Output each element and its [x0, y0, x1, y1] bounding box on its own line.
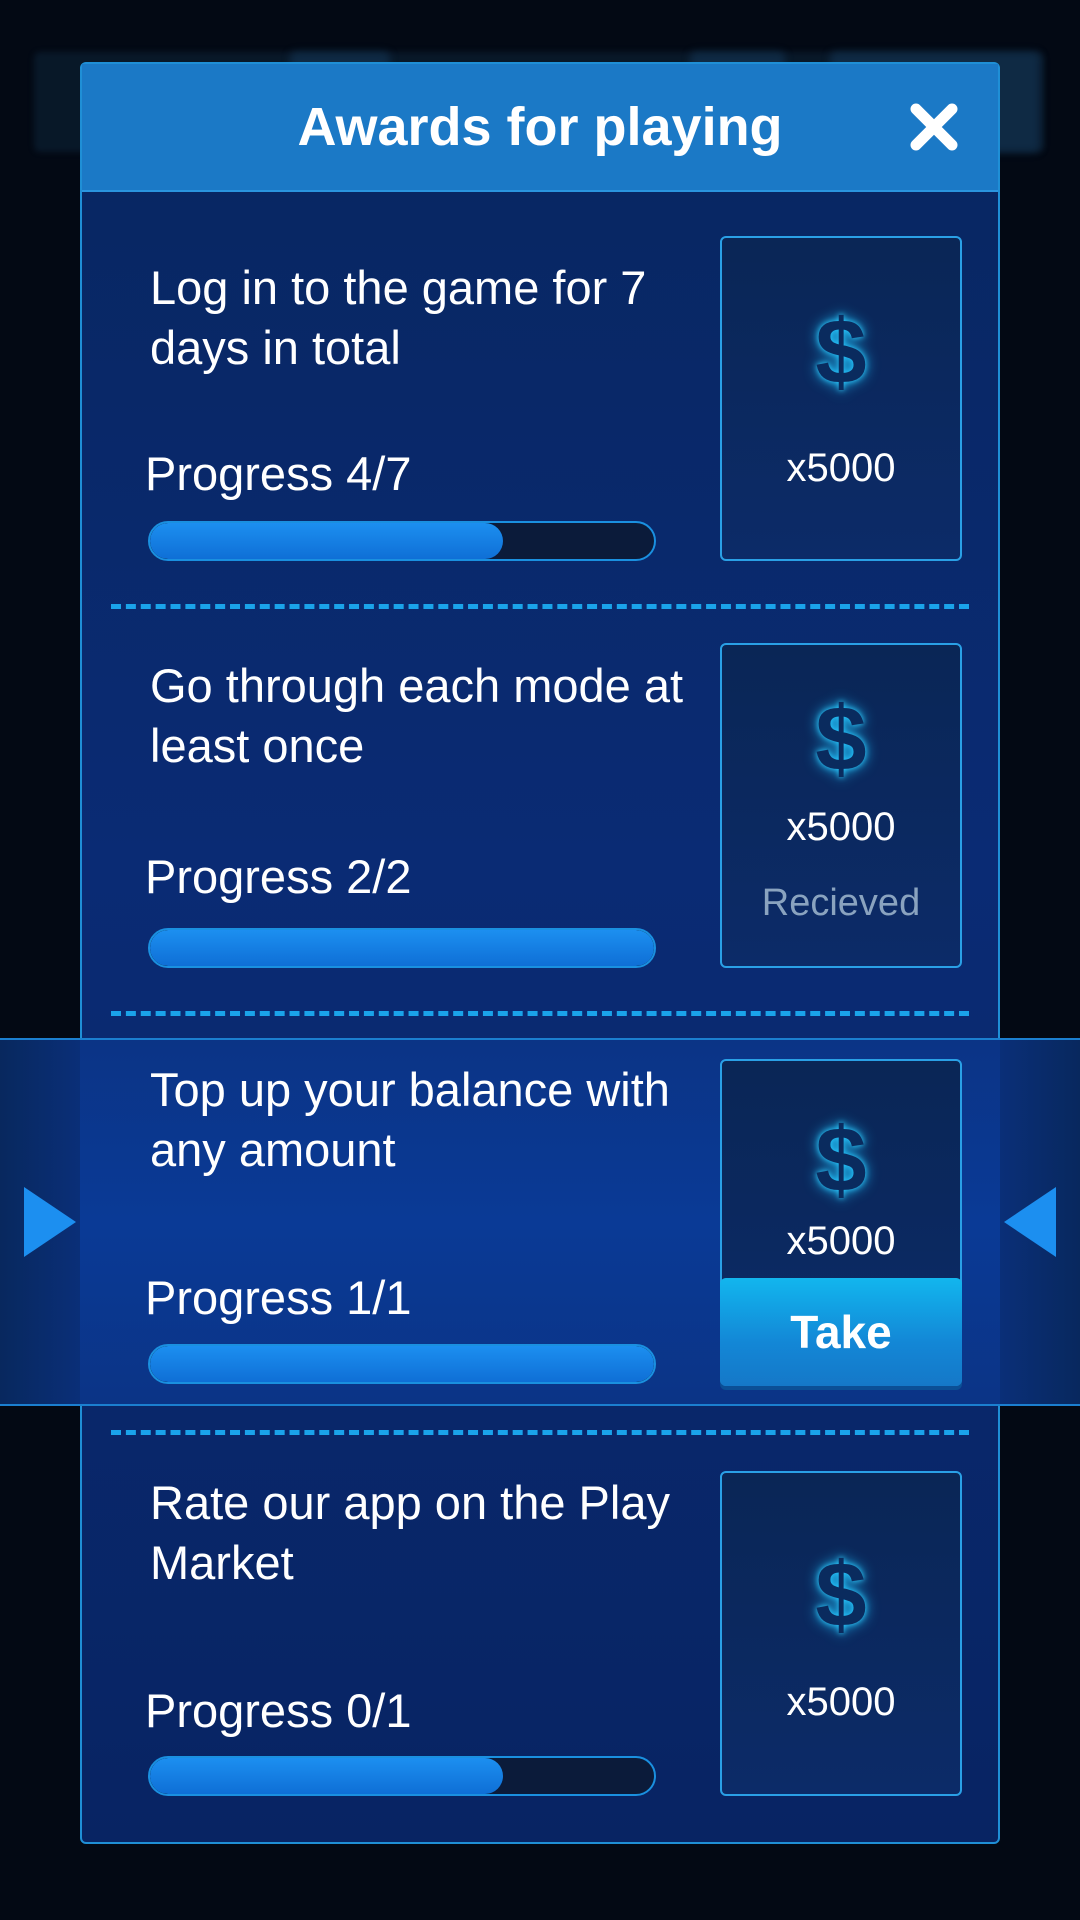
progress-bar-fill — [150, 1758, 503, 1794]
dollar-icon: $ — [815, 1109, 867, 1211]
progress-bar — [148, 928, 656, 968]
reward-card: $ x5000 Recieved — [720, 643, 962, 968]
task-progress-label: Progress 2/2 — [145, 850, 412, 903]
received-status: Recieved — [761, 882, 921, 924]
dollar-icon: $ — [815, 301, 867, 403]
arrow-left-icon[interactable] — [1002, 1185, 1058, 1259]
progress-bar-fill — [150, 1346, 654, 1382]
reward-card: $ x5000 Take — [720, 1059, 962, 1386]
modal-title: Awards for playing — [297, 97, 783, 157]
modal-header: Awards for playing — [82, 64, 998, 192]
progress-bar-fill — [150, 930, 654, 966]
reward-amount: x5000 — [786, 446, 896, 490]
task-title: Go through each mode at least once — [150, 659, 684, 772]
arrow-right-icon[interactable] — [22, 1185, 78, 1259]
reward-card: $ x5000 — [720, 236, 962, 561]
progress-bar — [148, 1344, 656, 1384]
progress-bar-fill — [150, 523, 503, 559]
task-progress-label: Progress 0/1 — [145, 1684, 412, 1737]
task-title: Rate our app on the Play Market — [150, 1476, 670, 1589]
task-progress-label: Progress 4/7 — [145, 447, 412, 500]
progress-bar — [148, 1756, 656, 1796]
close-icon[interactable] — [908, 101, 960, 153]
task-title: Log in to the game for 7 days in total — [150, 261, 647, 374]
reward-amount: x5000 — [786, 805, 896, 849]
reward-amount: x5000 — [786, 1219, 896, 1263]
task-progress-label: Progress 1/1 — [145, 1271, 412, 1324]
task-title: Top up your balance with any amount — [150, 1063, 670, 1176]
reward-amount: x5000 — [786, 1680, 896, 1724]
divider — [111, 1430, 969, 1435]
dollar-icon: $ — [815, 688, 867, 790]
dollar-icon: $ — [815, 1544, 867, 1646]
divider — [111, 1011, 969, 1016]
divider — [111, 604, 969, 609]
reward-card: $ x5000 — [720, 1471, 962, 1796]
progress-bar — [148, 521, 656, 561]
take-button[interactable]: Take — [720, 1278, 962, 1386]
